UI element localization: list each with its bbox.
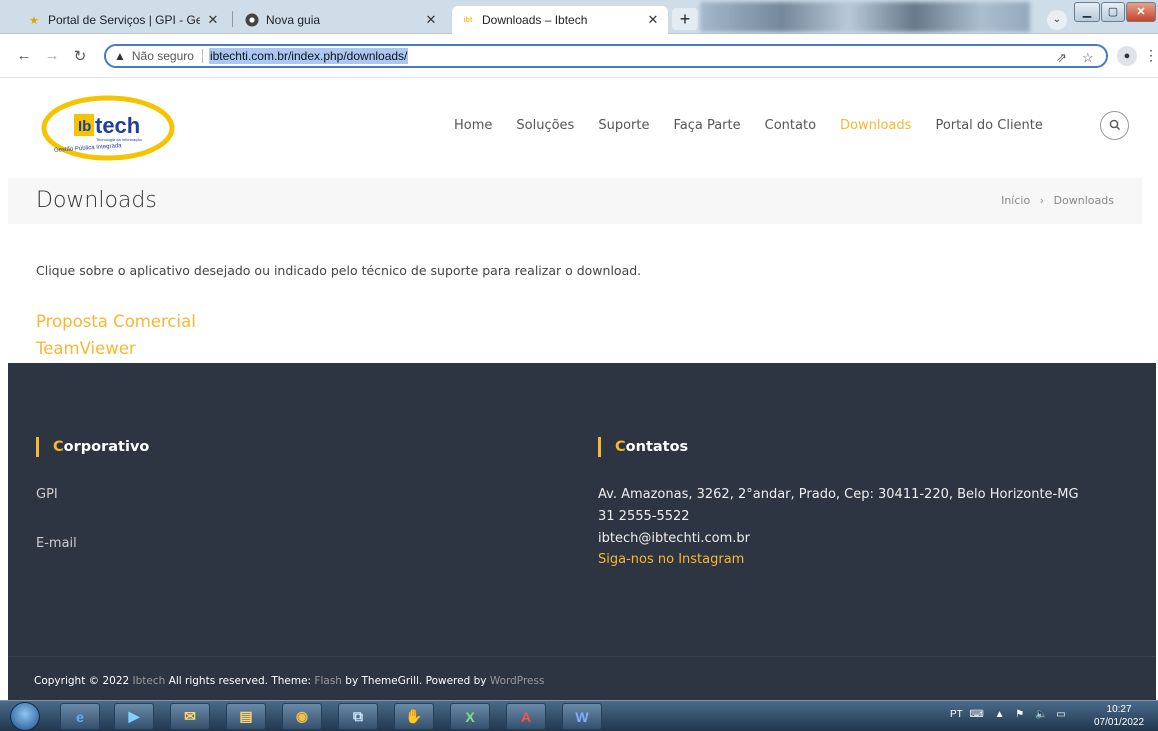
tab-downloads-ibtech[interactable]: ibt Downloads – Ibtech ✕: [452, 6, 668, 34]
clock-date: 07/01/2022: [1094, 717, 1145, 728]
tab-title: Nova guia: [266, 13, 321, 27]
copyright-rights: All rights reserved. Theme:: [168, 675, 312, 687]
close-tab-icon[interactable]: ✕: [206, 12, 220, 28]
contact-phone: 31 2555-5522: [598, 509, 690, 524]
tab-divider: [232, 11, 233, 27]
excel-icon[interactable]: X: [450, 703, 490, 730]
blurred-desktop-background: [700, 2, 1030, 32]
footer-link-gpi[interactable]: GPI: [36, 487, 58, 502]
main-nav: Home Soluções Suporte Faça Parte Contato…: [454, 118, 1043, 133]
language-indicator[interactable]: PT: [950, 709, 963, 720]
share-icon[interactable]: ⇗: [1056, 50, 1067, 66]
handshake-app-icon[interactable]: ✋: [394, 703, 434, 730]
nav-suporte[interactable]: Suporte: [598, 118, 649, 133]
svg-text:tech: tech: [95, 113, 140, 138]
warning-icon[interactable]: ▲: [114, 49, 126, 63]
contact-address: Av. Amazonas, 3262, 2°andar, Prado, Cep:…: [598, 487, 1079, 502]
keyboard-icon[interactable]: ⌨: [969, 709, 983, 720]
url-text[interactable]: ibtechti.com.br/index.php/downloads/: [208, 48, 409, 64]
tab-title: Downloads – Ibtech: [482, 13, 588, 27]
footer-link-email[interactable]: E-mail: [36, 536, 77, 551]
maximize-window-button[interactable]: ▢: [1101, 2, 1125, 22]
minimize-window-button[interactable]: ▁: [1074, 2, 1100, 22]
reload-icon[interactable]: ↻: [70, 47, 90, 65]
ibtech-favicon-icon: ibt: [463, 16, 473, 24]
chrome-favicon-icon: [244, 12, 260, 28]
back-arrow-icon[interactable]: ←: [14, 47, 34, 64]
nav-portal-do-cliente[interactable]: Portal do Cliente: [935, 118, 1042, 133]
nav-faca-parte[interactable]: Faça Parte: [673, 118, 740, 133]
site-footer: Corporativo GPI E-mail Contatos Av. Amaz…: [8, 363, 1156, 700]
footer-heading-corporativo: Corporativo: [36, 437, 149, 457]
breadcrumb: Início › Downloads: [1001, 194, 1114, 207]
windows-taskbar: e ▶ ✉ ▤ ◉ ⧉ ✋ X A W PT ⌨ ▲ ⚑ 🔈 ▭ 10:27 0…: [0, 700, 1158, 731]
copyright-text: Copyright © 2022 Ibtech All rights reser…: [34, 675, 544, 687]
site-header: Ib tech Tecnologia da Informação Gestão …: [0, 78, 1158, 178]
browser-tab-strip: ★ Portal de Serviços | GPI - Gestão ✕ No…: [0, 0, 1158, 34]
close-tab-icon[interactable]: ✕: [424, 12, 438, 28]
start-button-icon[interactable]: [10, 702, 40, 731]
page-title-bar: Downloads Início › Downloads: [8, 178, 1142, 224]
action-center-flag-icon[interactable]: ⚑: [1015, 709, 1024, 720]
nav-home[interactable]: Home: [454, 118, 492, 133]
instagram-link[interactable]: Siga-nos no Instagram: [598, 552, 744, 567]
tab-portal-servicos[interactable]: ★ Portal de Serviços | GPI - Gestão ✕: [18, 6, 228, 34]
heading-initial: C: [53, 439, 64, 455]
nav-downloads[interactable]: Downloads: [840, 118, 911, 133]
nav-contato[interactable]: Contato: [765, 118, 816, 133]
svg-text:Tecnologia da Informação: Tecnologia da Informação: [96, 137, 143, 142]
heading-initial: C: [615, 439, 626, 455]
copyright-prefix: Copyright © 2022: [34, 675, 130, 687]
network-app-icon[interactable]: ⧉: [338, 703, 378, 730]
acrobat-icon[interactable]: A: [506, 703, 546, 730]
nav-solucoes[interactable]: Soluções: [516, 118, 574, 133]
browser-toolbar: ← → ↻ ▲ Não seguro ibtechti.com.br/index…: [0, 34, 1158, 78]
tab-nova-guia[interactable]: Nova guia ✕: [236, 6, 446, 34]
wordpress-link[interactable]: WordPress: [490, 675, 545, 687]
footer-heading-contatos: Contatos: [598, 437, 688, 457]
contact-email[interactable]: ibtech@ibtechti.com.br: [598, 531, 750, 546]
tab-title: Portal de Serviços | GPI - Gestão: [48, 13, 200, 27]
system-tray: PT ⌨ ▲ ⚑ 🔈 ▭: [950, 709, 1066, 720]
profile-avatar-icon[interactable]: ●: [1117, 46, 1137, 66]
tab-search-icon[interactable]: ⌄: [1047, 10, 1067, 30]
tray-expand-icon[interactable]: ▲: [995, 709, 1005, 720]
download-link-teamviewer[interactable]: TeamViewer: [36, 339, 136, 358]
breadcrumb-current: Downloads: [1053, 194, 1114, 207]
security-label[interactable]: Não seguro: [132, 49, 194, 63]
volume-icon[interactable]: 🔈: [1035, 709, 1047, 720]
internet-explorer-icon[interactable]: e: [60, 703, 100, 730]
media-player-icon[interactable]: ▶: [114, 703, 154, 730]
copyright-by: by ThemeGrill. Powered by: [345, 675, 487, 687]
word-icon[interactable]: W: [562, 703, 602, 730]
address-bar[interactable]: ▲ Não seguro ibtechti.com.br/index.php/d…: [104, 44, 1108, 68]
breadcrumb-home[interactable]: Início: [1001, 194, 1030, 207]
bookmark-star-icon[interactable]: ☆: [1082, 50, 1094, 66]
star-favicon-icon: ★: [29, 14, 39, 27]
chrome-icon[interactable]: ◉: [282, 703, 322, 730]
clock-time: 10:27: [1106, 704, 1132, 715]
copyright-site-link[interactable]: Ibtech: [133, 675, 166, 687]
breadcrumb-separator: ›: [1039, 194, 1045, 207]
page-title: Downloads: [36, 188, 157, 213]
network-tray-icon[interactable]: ▭: [1056, 709, 1065, 720]
outlook-icon[interactable]: ✉: [170, 703, 210, 730]
new-tab-button[interactable]: +: [672, 8, 698, 30]
ibtech-logo[interactable]: Ib tech Tecnologia da Informação Gestão …: [40, 92, 176, 164]
theme-link[interactable]: Flash: [314, 675, 342, 687]
svg-text:Ib: Ib: [78, 118, 91, 135]
heading-rest: ontatos: [625, 439, 689, 455]
taskbar-clock[interactable]: 10:27 07/01/2022: [1094, 703, 1144, 729]
forward-arrow-icon[interactable]: →: [42, 47, 62, 64]
file-explorer-icon[interactable]: ▤: [226, 703, 266, 730]
heading-rest: orporativo: [63, 439, 150, 455]
omnibox-divider: [201, 49, 203, 63]
download-link-proposta-comercial[interactable]: Proposta Comercial: [36, 312, 196, 331]
menu-kebab-icon[interactable]: ⋮: [1144, 47, 1158, 64]
intro-text: Clique sobre o aplicativo desejado ou in…: [36, 263, 642, 278]
close-tab-icon[interactable]: ✕: [646, 12, 660, 28]
close-window-button[interactable]: ✕: [1126, 2, 1156, 22]
footer-divider: [8, 656, 1156, 657]
search-icon[interactable]: [1100, 111, 1129, 140]
